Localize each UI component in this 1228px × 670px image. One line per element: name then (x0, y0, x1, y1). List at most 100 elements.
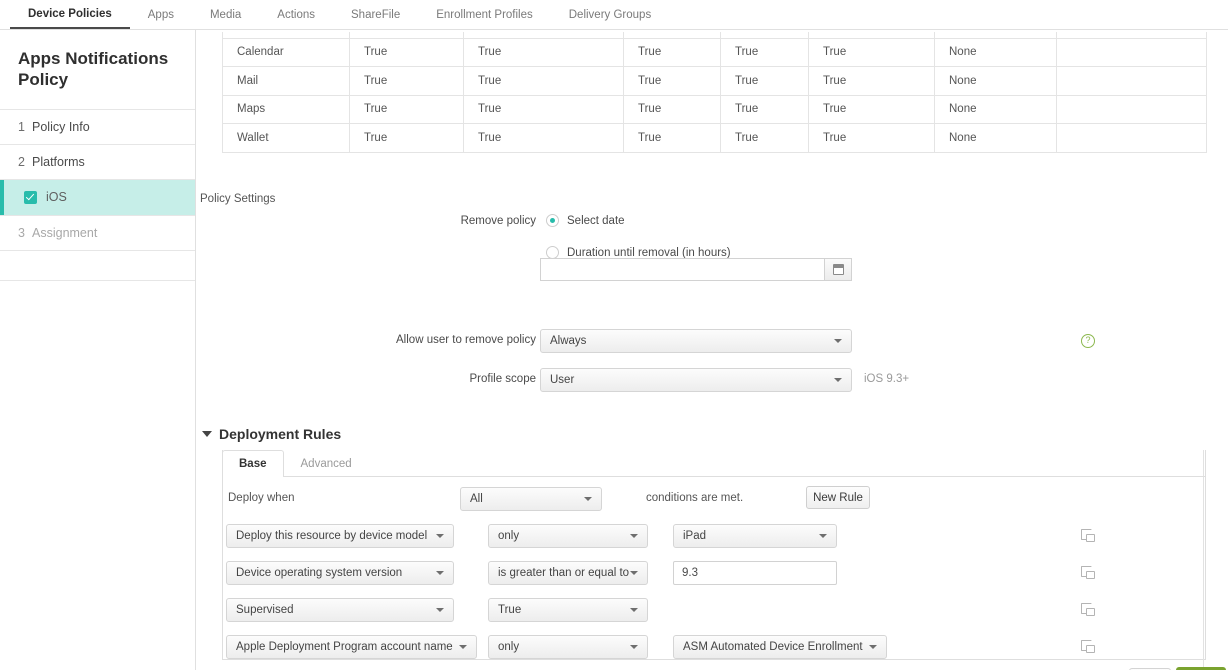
cell-app-name: Mail (222, 66, 350, 96)
chevron-down-icon (630, 608, 638, 612)
step-number: 3 (18, 225, 25, 240)
profile-scope-label: Profile scope (469, 373, 536, 385)
chevron-down-icon (630, 645, 638, 649)
cell-value: True (623, 123, 721, 153)
cell-value (1056, 66, 1207, 96)
cell-value: None (934, 66, 1057, 96)
deployment-rules-panel (222, 450, 1206, 660)
conditions-are-met-text: conditions are met. (646, 492, 744, 504)
sidebar-item-ios[interactable]: iOS (0, 179, 195, 216)
cell-value: True (349, 37, 464, 68)
rule-operator-select-0[interactable]: only (488, 524, 648, 548)
rule-value-input-1[interactable] (673, 561, 837, 585)
tab-label: Media (209, 8, 242, 21)
chevron-down-icon (458, 645, 467, 649)
wizard-sidebar: Apps Notifications Policy 1 Policy Info … (0, 30, 196, 670)
cell-value: True (623, 66, 721, 96)
select-value: only (498, 530, 520, 542)
table-row[interactable]: Maps True True True True True None (222, 94, 1207, 125)
select-value: Always (550, 335, 587, 347)
select-value: All (470, 493, 483, 505)
table-row[interactable]: Calendar True True True True True None (222, 37, 1207, 68)
deployment-rules-title: Deployment Rules (219, 426, 342, 442)
delete-rule-icon-0[interactable] (1081, 529, 1095, 542)
rule-attribute-select-3[interactable]: Apple Deployment Program account name (226, 635, 477, 659)
chevron-down-icon (630, 534, 638, 538)
cell-value: True (349, 66, 464, 96)
rule-attribute-select-2[interactable]: Supervised (226, 598, 454, 622)
tab-label: Enrollment Profiles (436, 8, 533, 21)
tab-media[interactable]: Media (192, 0, 259, 29)
main-content: Calendar True True True True True None M… (196, 30, 1228, 670)
table-row[interactable]: Mail True True True True True None (222, 66, 1207, 96)
cell-value: True (349, 123, 464, 153)
tab-advanced[interactable]: Advanced (284, 450, 369, 477)
sidebar-item-policy-info[interactable]: 1 Policy Info (0, 110, 195, 145)
chevron-down-icon (202, 431, 212, 437)
cell-value (1056, 94, 1207, 125)
tab-label: Delivery Groups (568, 8, 652, 21)
tab-label: Device Policies (28, 7, 112, 20)
new-rule-button[interactable]: New Rule (806, 486, 870, 509)
cell-value: True (808, 66, 935, 96)
radio-label: Select date (567, 214, 625, 227)
date-field-group (540, 258, 852, 281)
delete-rule-icon-2[interactable] (1081, 603, 1095, 616)
tab-device-policies[interactable]: Device Policies (10, 0, 130, 29)
rule-value-select-0[interactable]: iPad (673, 524, 837, 548)
deployment-rules-header[interactable]: Deployment Rules (202, 426, 341, 442)
chevron-down-icon (436, 534, 444, 538)
help-icon[interactable]: ? (1081, 334, 1095, 348)
select-value: iPad (683, 530, 707, 542)
apps-notification-table: Calendar True True True True True None M… (222, 32, 1207, 153)
tab-apps[interactable]: Apps (130, 0, 192, 29)
calendar-icon[interactable] (824, 258, 852, 281)
profile-scope-select[interactable]: User (540, 368, 852, 392)
rule-attribute-select-1[interactable]: Device operating system version (226, 561, 454, 585)
sidebar-item-platforms[interactable]: 2 Platforms (0, 145, 195, 180)
deployment-rules-tabs: Base Advanced (222, 450, 369, 477)
rule-value-select-3[interactable]: ASM Automated Device Enrollment (673, 635, 887, 659)
delete-rule-icon-1[interactable] (1081, 566, 1095, 579)
radio-icon-selected[interactable] (546, 214, 559, 227)
select-value: only (498, 641, 520, 653)
rule-operator-select-3[interactable]: only (488, 635, 648, 659)
deploy-when-select[interactable]: All (460, 487, 602, 511)
delete-rule-icon-3[interactable] (1081, 640, 1095, 653)
tab-delivery-groups[interactable]: Delivery Groups (551, 0, 669, 29)
cell-value: True (720, 37, 809, 68)
tab-label: Actions (277, 8, 316, 21)
tab-enrollment-profiles[interactable]: Enrollment Profiles (418, 0, 551, 29)
cell-value: True (623, 37, 721, 68)
sidebar-item-assignment[interactable]: 3 Assignment (0, 216, 195, 251)
table-row[interactable]: Wallet True True True True True None (222, 123, 1207, 153)
select-value: Deploy this resource by device model (236, 530, 428, 542)
date-input[interactable] (540, 258, 824, 281)
sidebar-divider (0, 251, 195, 281)
rule-operator-select-2[interactable]: True (488, 598, 648, 622)
cell-app-name: Maps (222, 94, 350, 125)
cell-value: True (808, 94, 935, 125)
profile-scope-note: iOS 9.3+ (864, 373, 910, 385)
allow-user-remove-select[interactable]: Always (540, 329, 852, 353)
allow-user-remove-label: Allow user to remove policy (396, 334, 536, 346)
chevron-down-icon (834, 378, 842, 382)
cell-value: None (934, 123, 1057, 153)
cell-value: None (934, 37, 1057, 68)
sidebar-item-label: Assignment (32, 225, 98, 240)
rule-operator-select-1[interactable]: is greater than or equal to (488, 561, 648, 585)
tab-sharefile[interactable]: ShareFile (333, 0, 418, 29)
tab-base[interactable]: Base (222, 450, 284, 477)
tab-label: Base (239, 458, 267, 470)
checkbox-icon[interactable] (24, 190, 37, 204)
tab-actions[interactable]: Actions (259, 0, 333, 29)
rule-attribute-select-0[interactable]: Deploy this resource by device model (226, 524, 454, 548)
cell-value: None (934, 94, 1057, 125)
radio-select-date[interactable]: Select date (546, 214, 625, 227)
cell-value: True (463, 66, 624, 96)
select-value: ASM Automated Device Enrollment (683, 641, 863, 653)
top-navigation-bar: Device Policies Apps Media Actions Share… (0, 0, 1228, 30)
chevron-down-icon (584, 497, 592, 501)
sidebar-item-label: Platforms (32, 154, 85, 169)
panel-divider (1203, 450, 1204, 668)
